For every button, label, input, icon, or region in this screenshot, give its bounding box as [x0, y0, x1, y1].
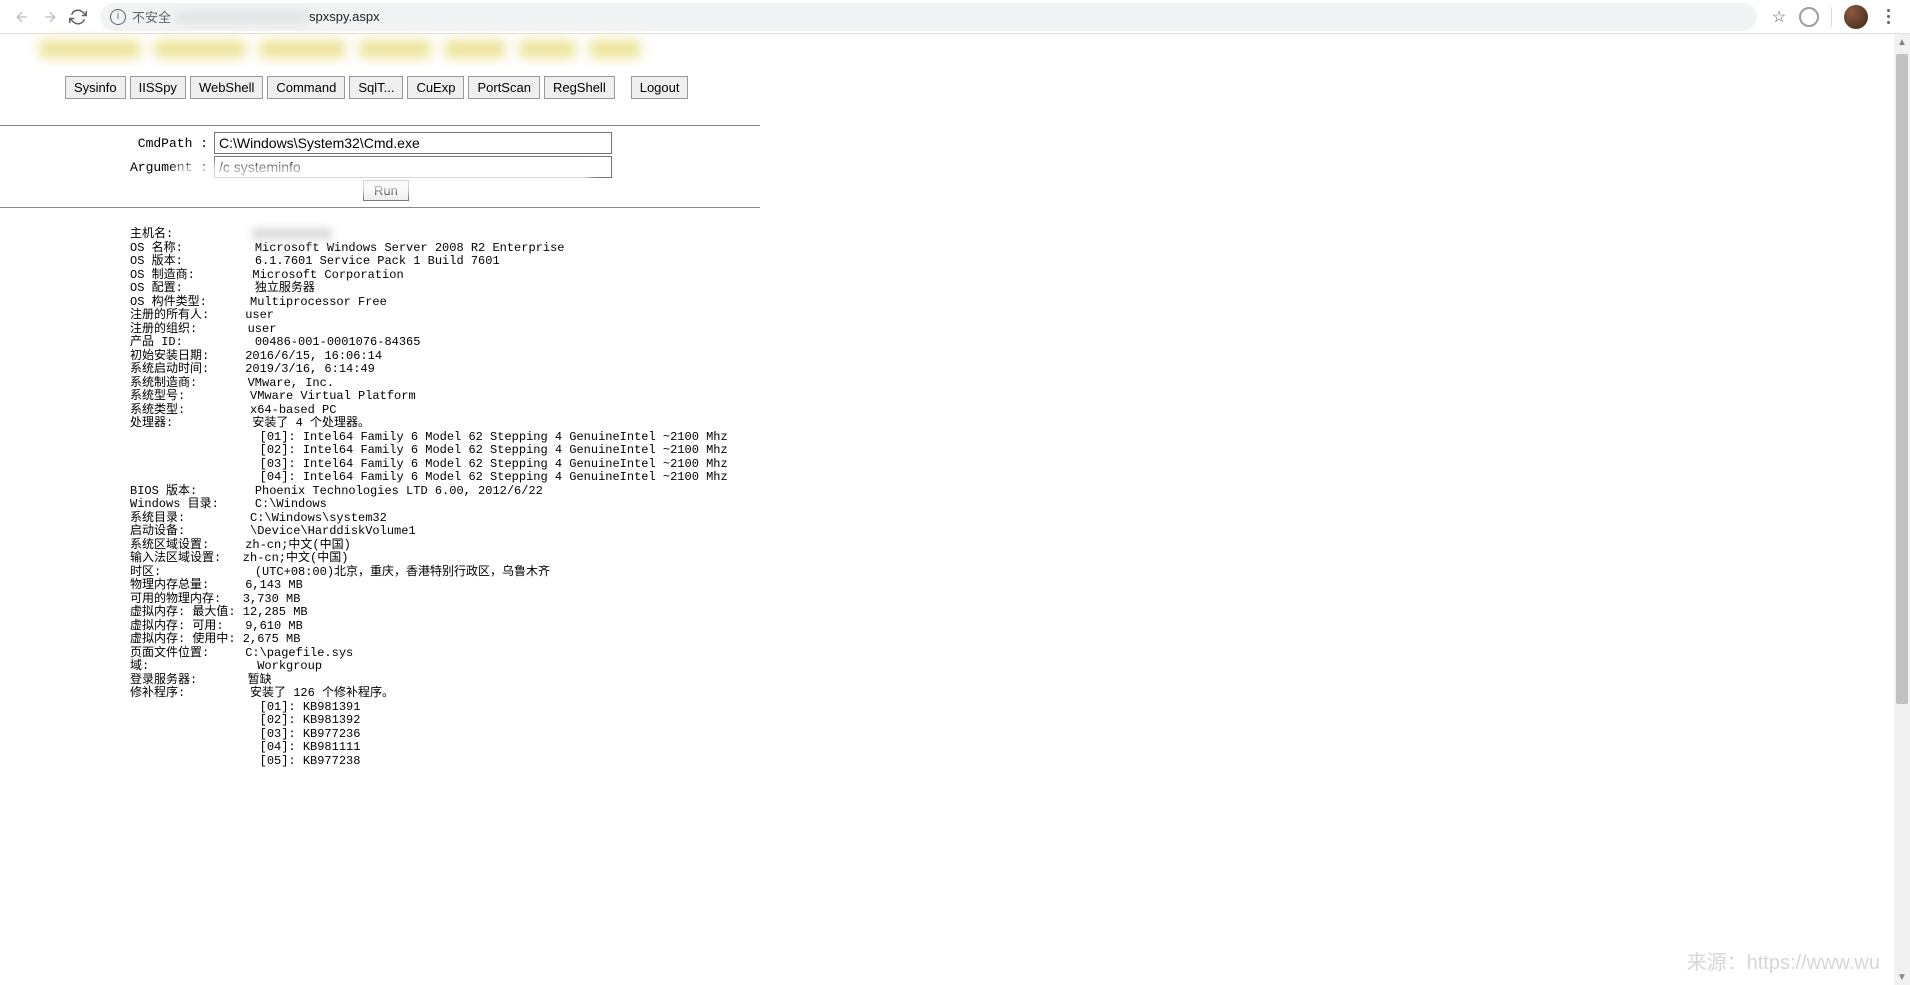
- bookmark-star-icon[interactable]: ☆: [1765, 7, 1793, 27]
- address-bar[interactable]: i 不安全 xxxxxxxxxxxxxxxxxxxx spxspy.aspx: [100, 3, 1757, 31]
- tab-button-6[interactable]: CuExp: [407, 76, 464, 99]
- profile-avatar[interactable]: [1844, 5, 1868, 29]
- back-button[interactable]: [8, 3, 36, 31]
- tab-webshell[interactable]: WebShell: [190, 76, 263, 99]
- bookmark-item[interactable]: [590, 40, 640, 58]
- browser-menu-icon[interactable]: [1874, 9, 1902, 24]
- vertical-scrollbar[interactable]: ▲ ▼: [1894, 34, 1910, 985]
- reload-button[interactable]: [64, 3, 92, 31]
- command-form: CmdPath : Argument : Run: [0, 126, 1910, 201]
- run-button[interactable]: Run: [363, 180, 409, 201]
- bookmark-item[interactable]: [260, 40, 345, 58]
- info-icon: i: [110, 9, 126, 25]
- tab-iisspy[interactable]: IISSpy: [130, 76, 186, 99]
- tab-command[interactable]: Command: [267, 76, 345, 99]
- url-redacted: xxxxxxxxxxxxxxxxxxxx: [177, 9, 307, 24]
- tab-button-row: Sysinfo IISSpy WebShell Command SqlT... …: [0, 76, 1910, 99]
- tab-regshell[interactable]: RegShell: [544, 76, 615, 99]
- not-secure-label: 不安全: [132, 7, 171, 26]
- scroll-up-arrow[interactable]: ▲: [1894, 34, 1910, 50]
- cmdpath-label: CmdPath :: [0, 136, 214, 151]
- bookmark-item[interactable]: [40, 40, 140, 58]
- argument-label: Argument :: [0, 160, 214, 175]
- toolbar-divider: [1831, 7, 1832, 27]
- argument-input[interactable]: [214, 156, 612, 178]
- browser-toolbar: i 不安全 xxxxxxxxxxxxxxxxxxxx spxspy.aspx ☆: [0, 0, 1910, 34]
- bookmark-item[interactable]: [360, 40, 430, 58]
- bookmark-bar: [0, 34, 1910, 64]
- tab-button-5[interactable]: SqlT...: [349, 76, 403, 99]
- cmdpath-input[interactable]: [214, 132, 612, 154]
- logout-button[interactable]: Logout: [631, 76, 689, 99]
- forward-button[interactable]: [36, 3, 64, 31]
- bookmark-item[interactable]: [445, 40, 505, 58]
- scroll-down-arrow[interactable]: ▼: [1894, 969, 1910, 985]
- url-suffix: spxspy.aspx: [309, 9, 380, 24]
- tab-sysinfo[interactable]: Sysinfo: [65, 76, 126, 99]
- page-content: Sysinfo IISSpy WebShell Command SqlT... …: [0, 64, 1910, 768]
- scroll-thumb[interactable]: [1896, 54, 1908, 704]
- bookmark-item[interactable]: [155, 40, 245, 58]
- command-output: 主机名: OS 名称: Microsoft Windows Server 200…: [0, 208, 1910, 768]
- extension-icon[interactable]: [1799, 7, 1819, 27]
- bookmark-item[interactable]: [520, 40, 575, 58]
- tab-portscan[interactable]: PortScan: [468, 76, 539, 99]
- watermark: 来源：https://www.wu: [1687, 946, 1880, 975]
